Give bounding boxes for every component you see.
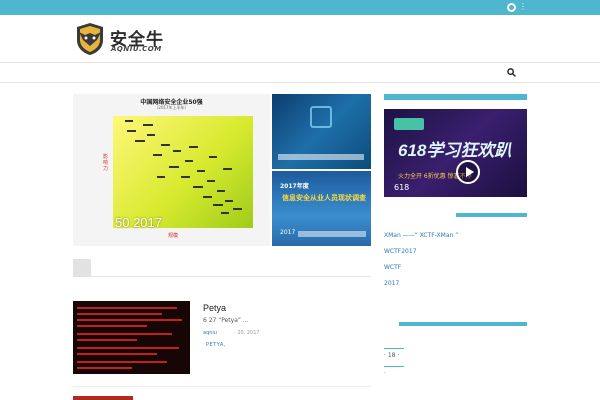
hero-side-2-caption-bar [298, 231, 366, 237]
article-date: · 20, 2017 [234, 330, 260, 336]
next-article-thumbnail[interactable] [73, 396, 133, 400]
sidebar-divider [456, 213, 527, 217]
terminal-line [77, 307, 177, 309]
search-icon[interactable] [507, 68, 516, 77]
hero-side-1-caption-bar [278, 154, 364, 160]
company-dots [125, 120, 242, 214]
sidebar-bottom-item[interactable]: · 18 · [384, 352, 527, 366]
sidebar-accent-bar [384, 94, 527, 100]
site-logo[interactable]: 安全牛 AQNIU.COM [75, 22, 165, 58]
article-tag[interactable]: PETYA, [206, 342, 226, 348]
terminal-line [77, 353, 157, 355]
article-meta: aqniu · 20, 2017 [203, 330, 260, 336]
hero-side-post-2[interactable]: 2017年度 信息安全从业人员现状调查 2017 [272, 171, 371, 246]
section-heading-block [73, 259, 91, 277]
sidebar-link[interactable]: WCTF2017 [384, 244, 527, 260]
user-menu-icon[interactable]: ⋮ [519, 2, 527, 11]
sidebar-bottom-line [384, 348, 404, 349]
article-title[interactable]: Petya [203, 303, 226, 313]
terminal-line [77, 367, 132, 369]
hero-featured-post[interactable]: 中国网络安全企业50强 （2017年上半年） 影响力 规模 50 2017 [73, 94, 270, 246]
bull-shield-icon [77, 23, 103, 55]
sidebar-link[interactable]: 2017 [384, 276, 527, 292]
section-heading [73, 259, 371, 277]
article-thumbnail[interactable] [73, 301, 190, 374]
hero-side-2-year: 2017年度 [280, 183, 309, 190]
hero-chart-matrix [113, 116, 253, 228]
terminal-line [77, 361, 167, 363]
hero-side-2-title: 信息安全从业人员现状调查 [282, 194, 366, 202]
hero-caption[interactable]: 50 2017 [115, 215, 162, 230]
terminal-line [77, 339, 137, 341]
sidebar-links: XMan ——“ XCTF-XMan ” WCTF2017 WCTF 2017 [384, 228, 527, 292]
hero-chart-y-label: 影响力 [103, 154, 109, 172]
logo-subtitle: AQNIU.COM [111, 45, 162, 53]
ad-title: 618学习狂欢趴 [398, 141, 512, 160]
sidebar-divider-2 [399, 322, 527, 326]
article-author[interactable]: aqniu [203, 330, 217, 336]
ad-label: 618 [394, 183, 410, 192]
play-icon[interactable] [456, 160, 480, 184]
top-bar: ⋮ [0, 0, 600, 15]
lock-icon [310, 106, 332, 128]
user-icon[interactable] [507, 3, 516, 12]
terminal-line [77, 347, 179, 349]
ad-logo [394, 118, 424, 130]
sidebar-link[interactable]: WCTF [384, 260, 527, 276]
sidebar-bottom-line [384, 366, 404, 367]
terminal-line [77, 333, 172, 335]
hero-side-post-1[interactable] [272, 94, 371, 169]
hero-side-2-caption: 2017 [280, 229, 296, 236]
main-nav [0, 62, 600, 83]
hero-chart-subtitle: （2017年上半年） [154, 105, 189, 110]
terminal-line [77, 325, 147, 327]
article-excerpt: 6 27 “Petya” ... [203, 317, 249, 324]
sidebar-link[interactable]: XMan ——“ XCTF-XMan ” [384, 228, 527, 244]
hero-chart-x-label: 规模 [168, 233, 179, 239]
terminal-line [77, 313, 162, 315]
terminal-line [77, 319, 182, 321]
sidebar-bottom-list: · 18 · · [384, 348, 527, 377]
sidebar-ad-banner[interactable]: 618学习狂欢趴 火力全开 6折优惠 惊喜不停 618 [384, 109, 527, 197]
article-separator [73, 386, 371, 387]
sidebar-bottom-item[interactable]: · [384, 370, 527, 377]
